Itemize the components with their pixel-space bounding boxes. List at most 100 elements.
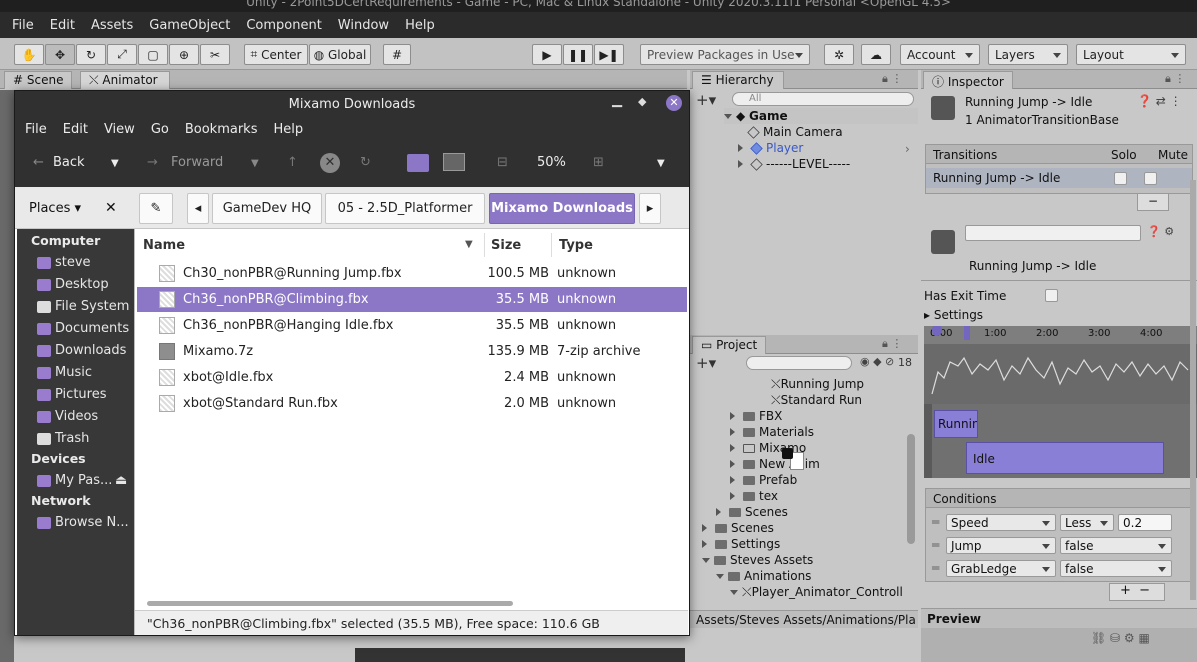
sidebar-item-steve[interactable]: steve	[37, 255, 91, 270]
pivot-global-button[interactable]: ◍ Global	[309, 44, 371, 65]
sidebar-item-trash[interactable]: Trash	[37, 431, 89, 446]
places-dropdown[interactable]: Places ▾	[29, 201, 81, 216]
expand-icon[interactable]	[730, 428, 739, 436]
project-item[interactable]: ⤬ Running Jump	[758, 376, 864, 392]
tab-hierarchy[interactable]: ☰ Hierarchy	[692, 71, 784, 89]
pivot-center-button[interactable]: ⌗ Center	[244, 44, 308, 65]
condition-param-dropdown[interactable]: GrabLedge	[946, 560, 1056, 577]
tab-project[interactable]: ▭ Project	[692, 336, 766, 354]
rotate-tool-icon[interactable]: ↻	[76, 44, 106, 65]
transition-name-field[interactable]	[965, 225, 1141, 241]
back-button[interactable]: Back	[53, 155, 85, 170]
inspector-scrollbar[interactable]	[1190, 180, 1196, 600]
lock-icon[interactable]: 🔒︎ ⋮	[882, 72, 902, 86]
project-item[interactable]: ⤬ Standard Run	[758, 392, 862, 408]
layout-dropdown[interactable]: Layout	[1076, 44, 1186, 65]
layers-dropdown[interactable]: Layers	[988, 44, 1068, 65]
sidebar-item-pictures[interactable]: Pictures	[37, 387, 106, 402]
scale-tool-icon[interactable]: ⤢	[107, 44, 137, 65]
project-item[interactable]: Scenes	[702, 520, 774, 536]
project-search-input[interactable]	[746, 356, 852, 370]
expand-icon[interactable]	[702, 557, 710, 567]
drag-handle-icon[interactable]: ═	[932, 538, 939, 552]
horizontal-scrollbar[interactable]	[147, 601, 513, 606]
reload-icon[interactable]: ↻	[360, 155, 371, 170]
breadcrumb-left-icon[interactable]: ◂	[187, 193, 209, 224]
sidebar-item-device[interactable]: My Pas...	[37, 473, 112, 488]
edit-location-icon[interactable]: ✎	[139, 193, 173, 224]
transition-timeline[interactable]: 0:00 1:00 2:00 3:00 4:00 Running Idle	[924, 326, 1197, 478]
menu-go[interactable]: Go	[143, 122, 177, 137]
lock-icon[interactable]: 🔒︎ ⋮	[1165, 72, 1185, 86]
expand-icon[interactable]	[730, 412, 739, 420]
column-type[interactable]: Type	[559, 233, 593, 257]
condition-value-input[interactable]: 0.2	[1118, 514, 1172, 531]
menu-bookmarks[interactable]: Bookmarks	[177, 122, 266, 137]
project-item[interactable]: Animations	[716, 568, 811, 584]
file-row[interactable]: Mixamo.7z 135.9 MB 7-zip archive	[137, 339, 687, 364]
sort-arrow-icon[interactable]: ▼	[465, 239, 473, 250]
up-arrow-icon[interactable]: ↑	[287, 155, 298, 170]
condition-value-dropdown[interactable]: false	[1060, 537, 1172, 554]
expand-icon[interactable]	[730, 444, 739, 452]
sidebar-item-desktop[interactable]: Desktop	[37, 277, 109, 292]
file-row[interactable]: Ch36_nonPBR@Hanging Idle.fbx 35.5 MB unkno…	[137, 313, 687, 338]
column-name[interactable]: Name	[143, 233, 185, 257]
hierarchy-item-player[interactable]: Player	[738, 140, 803, 156]
condition-param-dropdown[interactable]: Speed	[946, 514, 1056, 531]
unity-menu-gameobject[interactable]: GameObject	[141, 18, 238, 33]
zoom-out-icon[interactable]: ⊟	[497, 155, 508, 170]
tab-animator[interactable]: ⤬ Animator	[80, 71, 170, 89]
account-dropdown[interactable]: Account	[900, 44, 980, 65]
project-item[interactable]: Materials	[730, 424, 814, 440]
hand-tool-icon[interactable]: ✋	[14, 44, 44, 65]
project-item[interactable]: New Anim	[730, 456, 820, 472]
has-exit-time-checkbox[interactable]	[1045, 289, 1058, 302]
project-item[interactable]: FBX	[730, 408, 782, 424]
custom-tool-icon[interactable]: ✂	[200, 44, 230, 65]
maximize-icon[interactable]: ◆	[638, 95, 646, 108]
minimize-icon[interactable]: ▁	[612, 93, 622, 108]
play-icon[interactable]: ▶	[532, 44, 562, 65]
step-icon[interactable]: ▶❚	[594, 44, 624, 65]
collab-icon[interactable]: ✲	[824, 44, 854, 65]
help-gear-icons[interactable]: ❓ ⚙	[1147, 225, 1174, 238]
chevron-right-icon[interactable]: ›	[905, 142, 910, 156]
expand-icon[interactable]	[730, 492, 739, 500]
breadcrumb-right-icon[interactable]: ▸	[639, 193, 661, 224]
project-item[interactable]: Scenes	[716, 504, 788, 520]
hierarchy-search-input[interactable]: All	[732, 92, 914, 106]
project-item[interactable]: Steves Assets	[702, 552, 813, 568]
sidebar-item-documents[interactable]: Documents	[37, 321, 129, 336]
project-scrollbar[interactable]	[907, 434, 915, 544]
tab-inspector[interactable]: ⓘ Inspector	[923, 71, 1013, 89]
cloud-icon[interactable]: ☁	[861, 44, 891, 65]
add-remove-condition-buttons[interactable]: + −	[1109, 583, 1165, 601]
add-object-icon[interactable]: +▾	[696, 91, 716, 109]
move-tool-icon[interactable]: ✥	[45, 44, 75, 65]
breadcrumb-mixamo[interactable]: Mixamo Downloads	[489, 193, 635, 224]
condition-value-dropdown[interactable]: false	[1060, 560, 1172, 577]
create-asset-icon[interactable]: +▾	[696, 354, 716, 372]
mute-checkbox[interactable]	[1144, 172, 1157, 185]
back-history-icon[interactable]: ▼	[111, 158, 119, 169]
file-row[interactable]: xbot@Standard Run.fbx 2.0 MB unknown	[137, 391, 687, 416]
back-arrow-icon[interactable]: ←	[33, 155, 44, 170]
timeline-marker-exit[interactable]	[964, 326, 970, 340]
drag-handle-icon[interactable]: ═	[932, 561, 939, 575]
hierarchy-item-main-camera[interactable]: Main Camera	[747, 124, 843, 140]
project-item[interactable]: Prefab	[730, 472, 797, 488]
stop-icon[interactable]: ✕	[320, 153, 340, 173]
condition-param-dropdown[interactable]: Jump	[946, 537, 1056, 554]
project-item[interactable]: ⤬ Player_Animator_Controll	[730, 584, 903, 600]
help-settings-icons[interactable]: ❓ ⇄ ⋮	[1137, 94, 1182, 108]
close-icon[interactable]: ✕	[666, 95, 682, 111]
condition-op-dropdown[interactable]: Less	[1060, 514, 1114, 531]
eject-icon[interactable]: ⏏	[115, 473, 127, 488]
expand-icon[interactable]	[716, 573, 724, 583]
solo-checkbox[interactable]	[1114, 172, 1127, 185]
menu-edit[interactable]: Edit	[55, 122, 96, 137]
project-item[interactable]: tex	[730, 488, 778, 504]
remove-transition-button[interactable]: −	[1137, 193, 1169, 211]
computer-icon[interactable]	[443, 153, 465, 171]
